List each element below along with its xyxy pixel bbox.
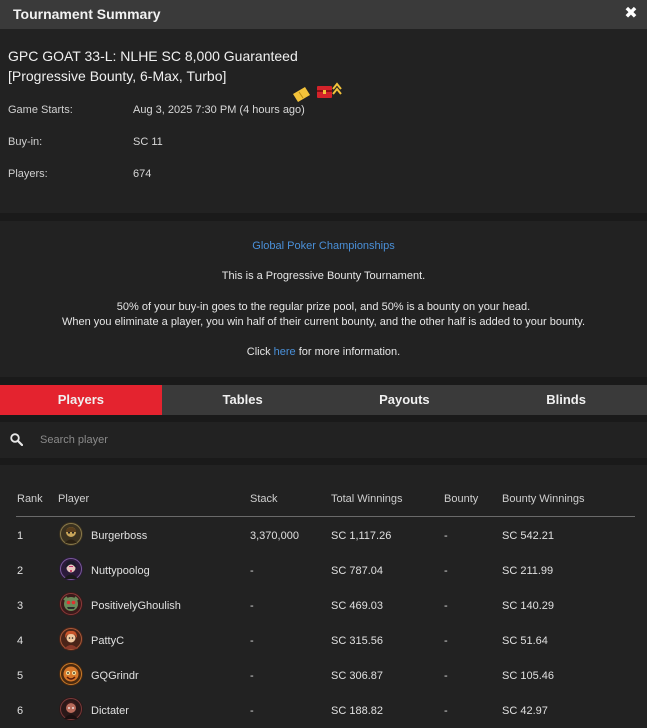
- table-row[interactable]: 4 PattyC - SC 315.56 - SC 51.64: [0, 623, 647, 658]
- rank-cell: 6: [17, 705, 24, 717]
- bounty-winnings-cell: SC 51.64: [502, 635, 548, 647]
- window-title: Tournament Summary: [13, 6, 161, 22]
- total-winnings-cell: SC 306.87: [331, 670, 383, 682]
- rank-cell: 4: [17, 635, 24, 647]
- stack-cell: -: [250, 565, 254, 577]
- table-row[interactable]: 6 Dictater - SC 188.82 - SC 42.97: [0, 693, 647, 728]
- bounty-cell: -: [444, 670, 448, 682]
- header-bounty-winnings[interactable]: Bounty Winnings: [502, 493, 585, 505]
- bounty-winnings-cell: SC 211.99: [502, 565, 554, 577]
- avatar: [59, 557, 83, 581]
- avatar: [59, 522, 83, 546]
- tournament-description-panel: Global Poker Championships This is a Pro…: [0, 221, 647, 377]
- rank-cell: 2: [17, 565, 24, 577]
- tab-players[interactable]: Players: [0, 385, 162, 415]
- bounty-cell: -: [444, 565, 448, 577]
- table-row[interactable]: 1 Burgerboss 3,370,000 SC 1,117.26 - SC …: [0, 518, 647, 553]
- stack-cell: 3,370,000: [250, 530, 299, 542]
- players-table: Rank Player Stack Total Winnings Bounty …: [0, 465, 647, 728]
- game-starts-label: Game Starts:: [8, 104, 73, 116]
- gpc-link[interactable]: Global Poker Championships: [0, 240, 647, 252]
- header-player[interactable]: Player: [58, 493, 89, 505]
- search-input[interactable]: [40, 431, 630, 449]
- header-stack[interactable]: Stack: [250, 493, 278, 505]
- stack-cell: -: [250, 635, 254, 647]
- bounty-cell: -: [444, 705, 448, 717]
- bounty-winnings-cell: SC 105.46: [502, 670, 554, 682]
- more-info-prefix: Click: [246, 346, 274, 358]
- tournament-name-line1: GPC GOAT 33-L: NLHE SC 8,000 Guaranteed: [8, 48, 298, 64]
- stack-cell: -: [250, 670, 254, 682]
- description-line-1: This is a Progressive Bounty Tournament.: [221, 270, 426, 282]
- total-winnings-cell: SC 315.56: [331, 635, 383, 647]
- bounty-winnings-cell: SC 42.97: [502, 705, 548, 717]
- avatar: [59, 662, 83, 686]
- rank-cell: 3: [17, 600, 24, 612]
- tournament-info-panel: GPC GOAT 33-L: NLHE SC 8,000 Guaranteed …: [0, 29, 647, 213]
- description-line-4: Click here for more information.: [0, 346, 647, 358]
- avatar: [59, 627, 83, 651]
- total-winnings-cell: SC 469.03: [331, 600, 383, 612]
- bounty-cell: -: [444, 600, 448, 612]
- player-name: Dictater: [91, 705, 129, 717]
- player-name: PattyC: [91, 635, 125, 647]
- tab-blinds[interactable]: Blinds: [485, 385, 647, 415]
- tab-payouts[interactable]: Payouts: [324, 385, 486, 415]
- bounty-cell: -: [444, 635, 448, 647]
- more-info-suffix: for more information.: [295, 346, 401, 358]
- tournament-name: GPC GOAT 33-L: NLHE SC 8,000 Guaranteed …: [8, 46, 298, 86]
- players-label: Players:: [8, 168, 48, 180]
- title-bar: Tournament Summary ✖: [0, 0, 647, 29]
- stack-cell: -: [250, 600, 254, 612]
- buyin-label: Buy-in:: [8, 136, 43, 148]
- stack-cell: -: [250, 705, 254, 717]
- avatar: [59, 592, 83, 616]
- player-name: GQGrindr: [91, 670, 139, 682]
- search-bar: [0, 422, 647, 458]
- tournament-name-line2: [Progressive Bounty, 6-Max, Turbo]: [8, 68, 227, 84]
- bounty-chest-icon: [317, 82, 342, 98]
- table-row[interactable]: 2 Nuttypoolog - SC 787.04 - SC 211.99: [0, 553, 647, 588]
- more-info-link[interactable]: here: [274, 346, 296, 358]
- ticket-icon: [293, 87, 310, 102]
- rank-cell: 1: [17, 530, 24, 542]
- total-winnings-cell: SC 188.82: [331, 705, 383, 717]
- total-winnings-cell: SC 787.04: [331, 565, 383, 577]
- close-icon[interactable]: ✖: [624, 5, 638, 23]
- header-total-winnings[interactable]: Total Winnings: [331, 493, 403, 505]
- description-line-3: When you eliminate a player, you win hal…: [61, 316, 585, 328]
- tab-bar: Players Tables Payouts Blinds: [0, 385, 647, 415]
- search-icon: [10, 433, 24, 451]
- table-row[interactable]: 3 PositivelyGhoulish - SC 469.03 - SC 14…: [0, 588, 647, 623]
- rank-cell: 5: [17, 670, 24, 682]
- header-divider: [16, 516, 635, 517]
- bounty-winnings-cell: SC 140.29: [502, 600, 554, 612]
- bounty-winnings-cell: SC 542.21: [502, 530, 554, 542]
- game-starts-value: Aug 3, 2025 7:30 PM (4 hours ago): [133, 104, 305, 116]
- tab-tables[interactable]: Tables: [162, 385, 324, 415]
- table-row[interactable]: 5 GQGrindr - SC 306.87 - SC 105.46: [0, 658, 647, 693]
- bounty-cell: -: [444, 530, 448, 542]
- players-value: 674: [133, 168, 152, 180]
- player-name: PositivelyGhoulish: [91, 600, 181, 612]
- player-name: Burgerboss: [91, 530, 148, 542]
- header-bounty[interactable]: Bounty: [444, 493, 478, 505]
- header-rank[interactable]: Rank: [17, 493, 43, 505]
- player-name: Nuttypoolog: [91, 565, 150, 577]
- avatar: [59, 697, 83, 721]
- description-line-2: 50% of your buy-in goes to the regular p…: [116, 301, 531, 313]
- buyin-value: SC 11: [133, 136, 163, 148]
- total-winnings-cell: SC 1,117.26: [331, 530, 392, 542]
